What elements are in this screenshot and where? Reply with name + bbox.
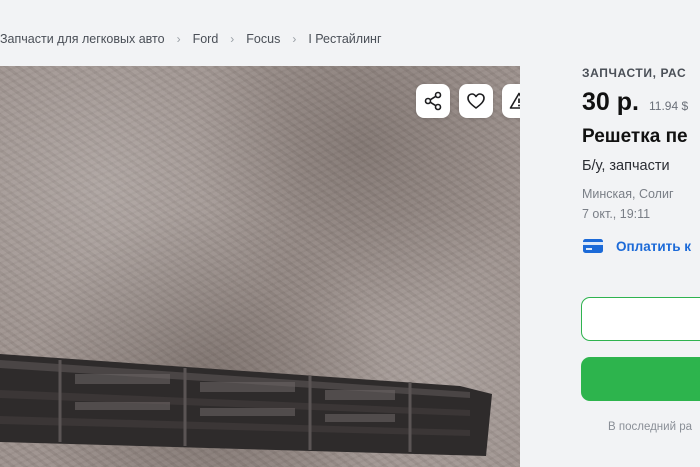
pay-button-label: Оплатить к: [616, 238, 692, 254]
credit-card-icon: [583, 239, 603, 253]
share-icon: [424, 91, 442, 111]
warning-icon: [509, 92, 520, 109]
listing-price: 30 р.: [582, 88, 639, 116]
favorite-button[interactable]: [459, 84, 493, 118]
last-seen-note: В последний ра: [608, 421, 692, 433]
listing-title: Решетка пе: [582, 126, 688, 147]
listing-category: ЗАПЧАСТИ, РАС: [582, 66, 687, 80]
pay-button[interactable]: Оплатить к: [582, 238, 691, 254]
listing-condition: Б/у, запчасти: [582, 158, 670, 174]
listing-price-usd: 11.94 $: [648, 99, 689, 113]
breadcrumb-separator: ›: [176, 32, 181, 46]
breadcrumb-item-generation[interactable]: I Рестайлинг: [308, 32, 381, 46]
listing-info-panel: ЗАПЧАСТИ, РАС 30 р. 11.94 $ Решетка пе Б…: [570, 0, 700, 467]
listing-date: 7 окт., 19:11: [582, 207, 651, 221]
contact-button-outline[interactable]: [581, 297, 700, 341]
contact-button-primary[interactable]: [581, 357, 700, 401]
listing-photo-gallery[interactable]: [0, 66, 520, 467]
report-button[interactable]: [502, 84, 520, 118]
breadcrumb-item-brand[interactable]: Ford: [193, 32, 219, 46]
heart-icon: [467, 93, 485, 109]
breadcrumb: Запчасти для легковых авто › Ford › Focu…: [0, 30, 382, 48]
listing-location[interactable]: Минская, Солиг: [582, 187, 674, 201]
breadcrumb-separator: ›: [230, 32, 235, 46]
breadcrumb-item-model[interactable]: Focus: [246, 32, 280, 46]
breadcrumb-item-category[interactable]: Запчасти для легковых авто: [0, 32, 165, 46]
breadcrumb-separator: ›: [292, 32, 297, 46]
grille-part-image: [0, 354, 492, 456]
share-button[interactable]: [416, 84, 450, 118]
price-row: 30 р. 11.94 $: [582, 88, 688, 117]
